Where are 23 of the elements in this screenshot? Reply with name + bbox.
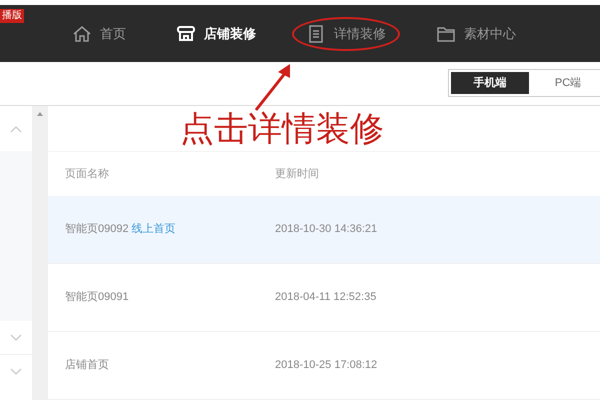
table-cell-text: 2018-10-25 17:08:12	[275, 358, 378, 374]
chevron-up-icon	[10, 124, 22, 132]
table-row[interactable]: 智能页09092 线上首页 2018-10-30 14:36:21	[48, 196, 600, 264]
nav-tab[interactable]: 详情装修	[292, 16, 400, 51]
online-tag: 线上首页	[132, 221, 176, 238]
home-icon	[72, 24, 92, 44]
scroll-up-icon	[37, 112, 43, 116]
nav-tab[interactable]: 店铺装修	[162, 16, 270, 51]
column-header: 页面名称	[65, 166, 110, 182]
column-header: 更新时间	[275, 166, 319, 182]
table-cell-text: 智能页09091	[65, 290, 129, 306]
store-icon	[176, 24, 196, 44]
nav-tab[interactable]: 素材中心	[422, 16, 530, 51]
table-cell-text: 店铺首页	[65, 358, 109, 374]
annotation-text: 点击详情装修	[180, 112, 384, 146]
table-cell-text: 2018-04-11 12:52:35	[275, 290, 376, 306]
table-cell-text: 智能页09092	[65, 222, 129, 238]
chevron-down-icon	[10, 368, 22, 376]
device-tab[interactable]: 手机端	[451, 72, 529, 94]
edition-badge: 播版	[0, 9, 24, 24]
table-cell-text: 2018-10-30 14:36:21	[275, 222, 378, 238]
chevron-down-icon	[10, 334, 22, 342]
nav-tab[interactable]: 首页	[58, 16, 140, 51]
